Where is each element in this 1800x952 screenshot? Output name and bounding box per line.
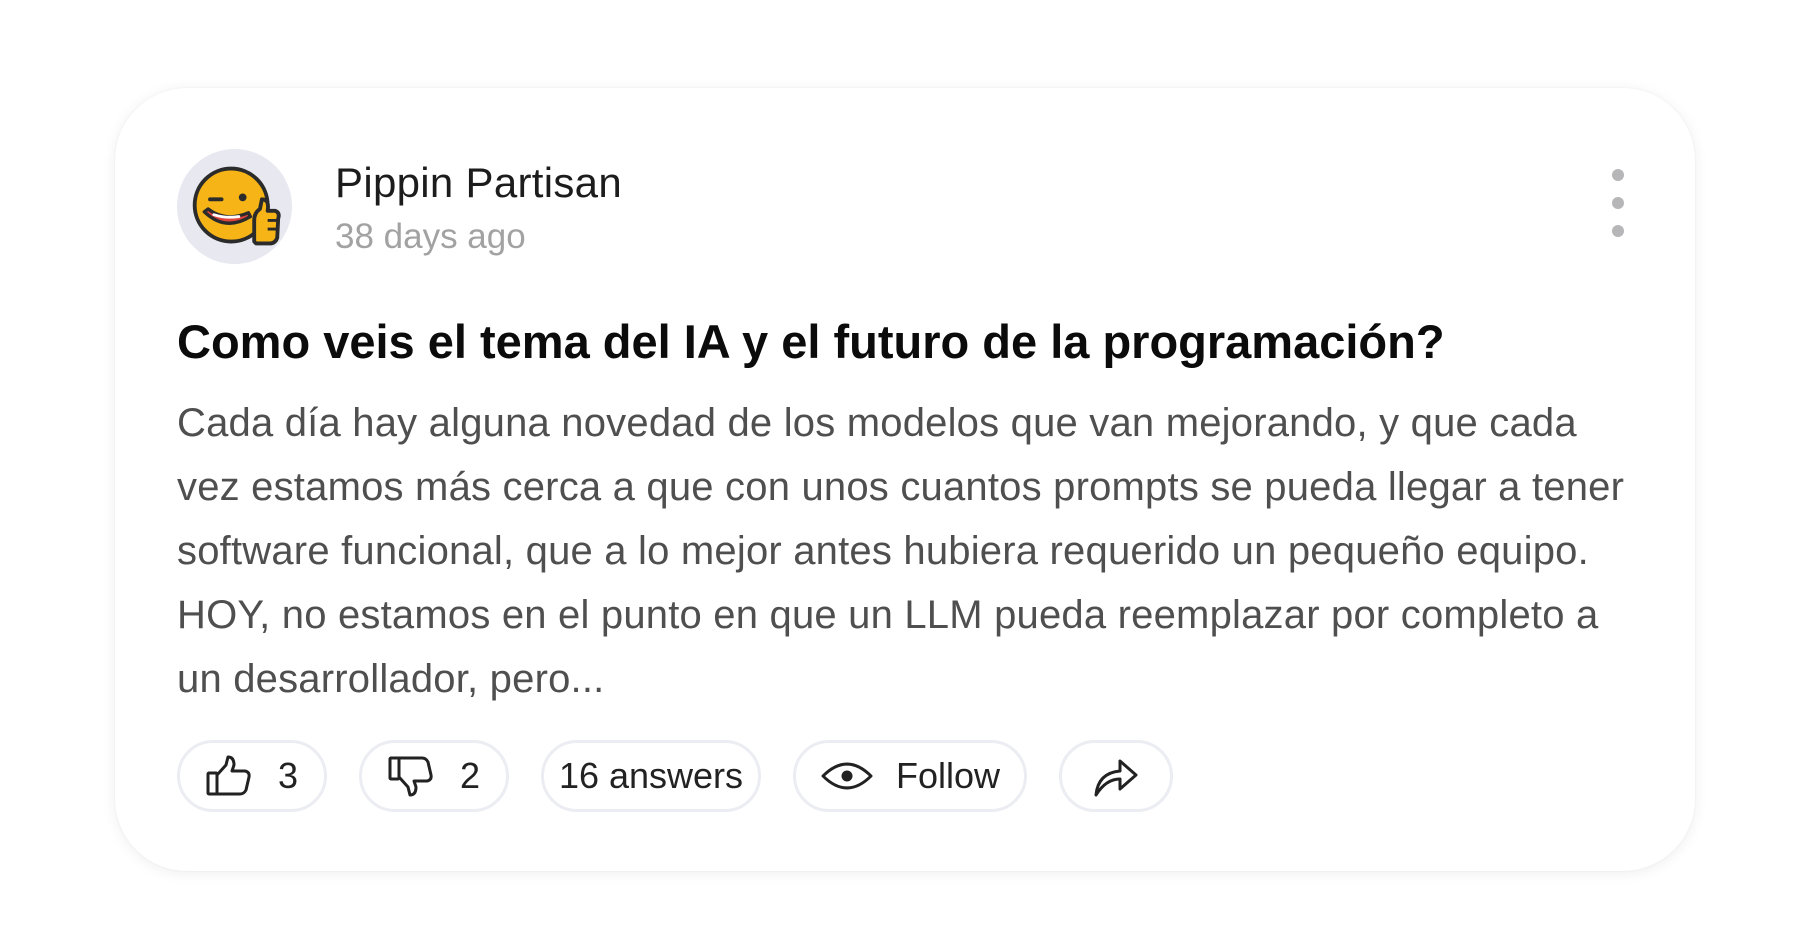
winking-thumbs-up-emoji-icon (192, 166, 281, 245)
more-options-button[interactable] (1603, 169, 1633, 241)
post-header: Pippin Partisan 38 days ago (177, 149, 1633, 267)
post-title[interactable]: Como veis el tema del IA y el futuro de … (177, 314, 1617, 369)
share-button[interactable] (1059, 740, 1173, 812)
follow-button[interactable]: Follow (793, 740, 1027, 812)
follow-label: Follow (895, 755, 1001, 796)
eye-icon (821, 762, 873, 790)
like-button[interactable]: 3 (177, 740, 327, 812)
author-name[interactable]: Pippin Partisan (335, 159, 622, 207)
post-timestamp: 38 days ago (335, 217, 526, 256)
avatar[interactable] (177, 149, 292, 264)
more-vertical-icon-dot (1612, 225, 1624, 237)
post-card: Pippin Partisan 38 days ago Como veis el… (115, 88, 1695, 871)
more-vertical-icon-dot (1612, 197, 1624, 209)
post-body: Cada día hay alguna novedad de los model… (177, 401, 1625, 701)
more-vertical-icon (1612, 169, 1624, 181)
answers-button[interactable]: 16 answers (541, 740, 761, 812)
thumbs-down-icon (388, 756, 433, 797)
share-arrow-icon (1094, 759, 1138, 797)
answers-label: 16 answers (558, 755, 744, 796)
like-count: 3 (277, 755, 299, 796)
post-actions: 3 2 16 answers Follow (177, 738, 1173, 814)
dislike-count: 2 (459, 755, 481, 796)
dislike-button[interactable]: 2 (359, 740, 509, 812)
thumbs-up-icon (206, 755, 251, 796)
